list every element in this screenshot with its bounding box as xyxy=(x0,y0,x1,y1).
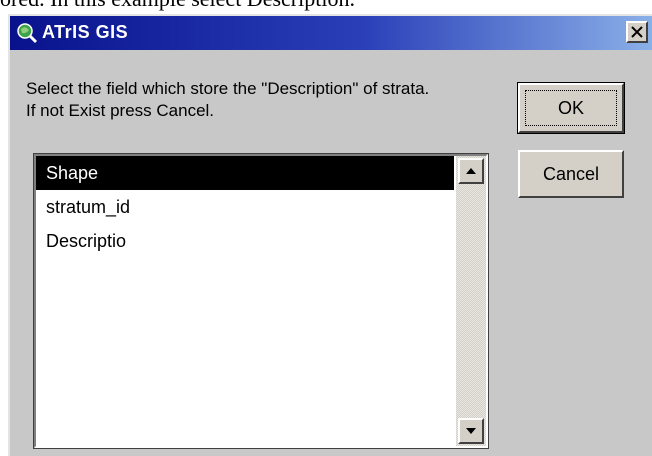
globe-magnifier-icon xyxy=(17,23,38,44)
scroll-up-button[interactable] xyxy=(458,158,484,184)
list-item-label: Descriptio xyxy=(46,231,127,251)
close-button[interactable] xyxy=(626,21,648,43)
list-item-field[interactable]: Shape xyxy=(36,156,454,190)
prompt-line-1: Select the field which store the "Descri… xyxy=(26,79,430,98)
field-select-dialog: ATrIS GIS Select the field which store t… xyxy=(8,14,652,456)
list-item-field[interactable]: Descriptio xyxy=(36,224,454,258)
list-item-field[interactable]: stratum_id xyxy=(36,190,454,224)
list-item-label: stratum_id xyxy=(46,197,131,217)
prompt-text: Select the field which store the "Descri… xyxy=(26,78,506,122)
vertical-scrollbar[interactable] xyxy=(456,156,486,446)
list-item-label: Shape xyxy=(46,163,99,183)
ok-button[interactable]: OK xyxy=(517,82,625,134)
field-list: Shape stratum_id Descriptio xyxy=(36,156,454,258)
scroll-down-button[interactable] xyxy=(458,418,484,444)
document-text: ored. In this example select Description… xyxy=(0,0,355,12)
focus-rectangle xyxy=(525,90,617,126)
title-bar[interactable]: ATrIS GIS xyxy=(10,16,652,50)
cancel-button-label: Cancel xyxy=(542,163,600,184)
field-listbox[interactable]: Shape stratum_id Descriptio xyxy=(33,153,489,449)
prompt-line-2: If not Exist press Cancel. xyxy=(26,101,215,120)
cancel-button[interactable]: Cancel xyxy=(518,150,624,198)
arrow-down-icon xyxy=(466,428,476,434)
dialog-title: ATrIS GIS xyxy=(42,22,129,42)
arrow-up-icon xyxy=(466,168,476,174)
close-icon xyxy=(631,26,643,38)
